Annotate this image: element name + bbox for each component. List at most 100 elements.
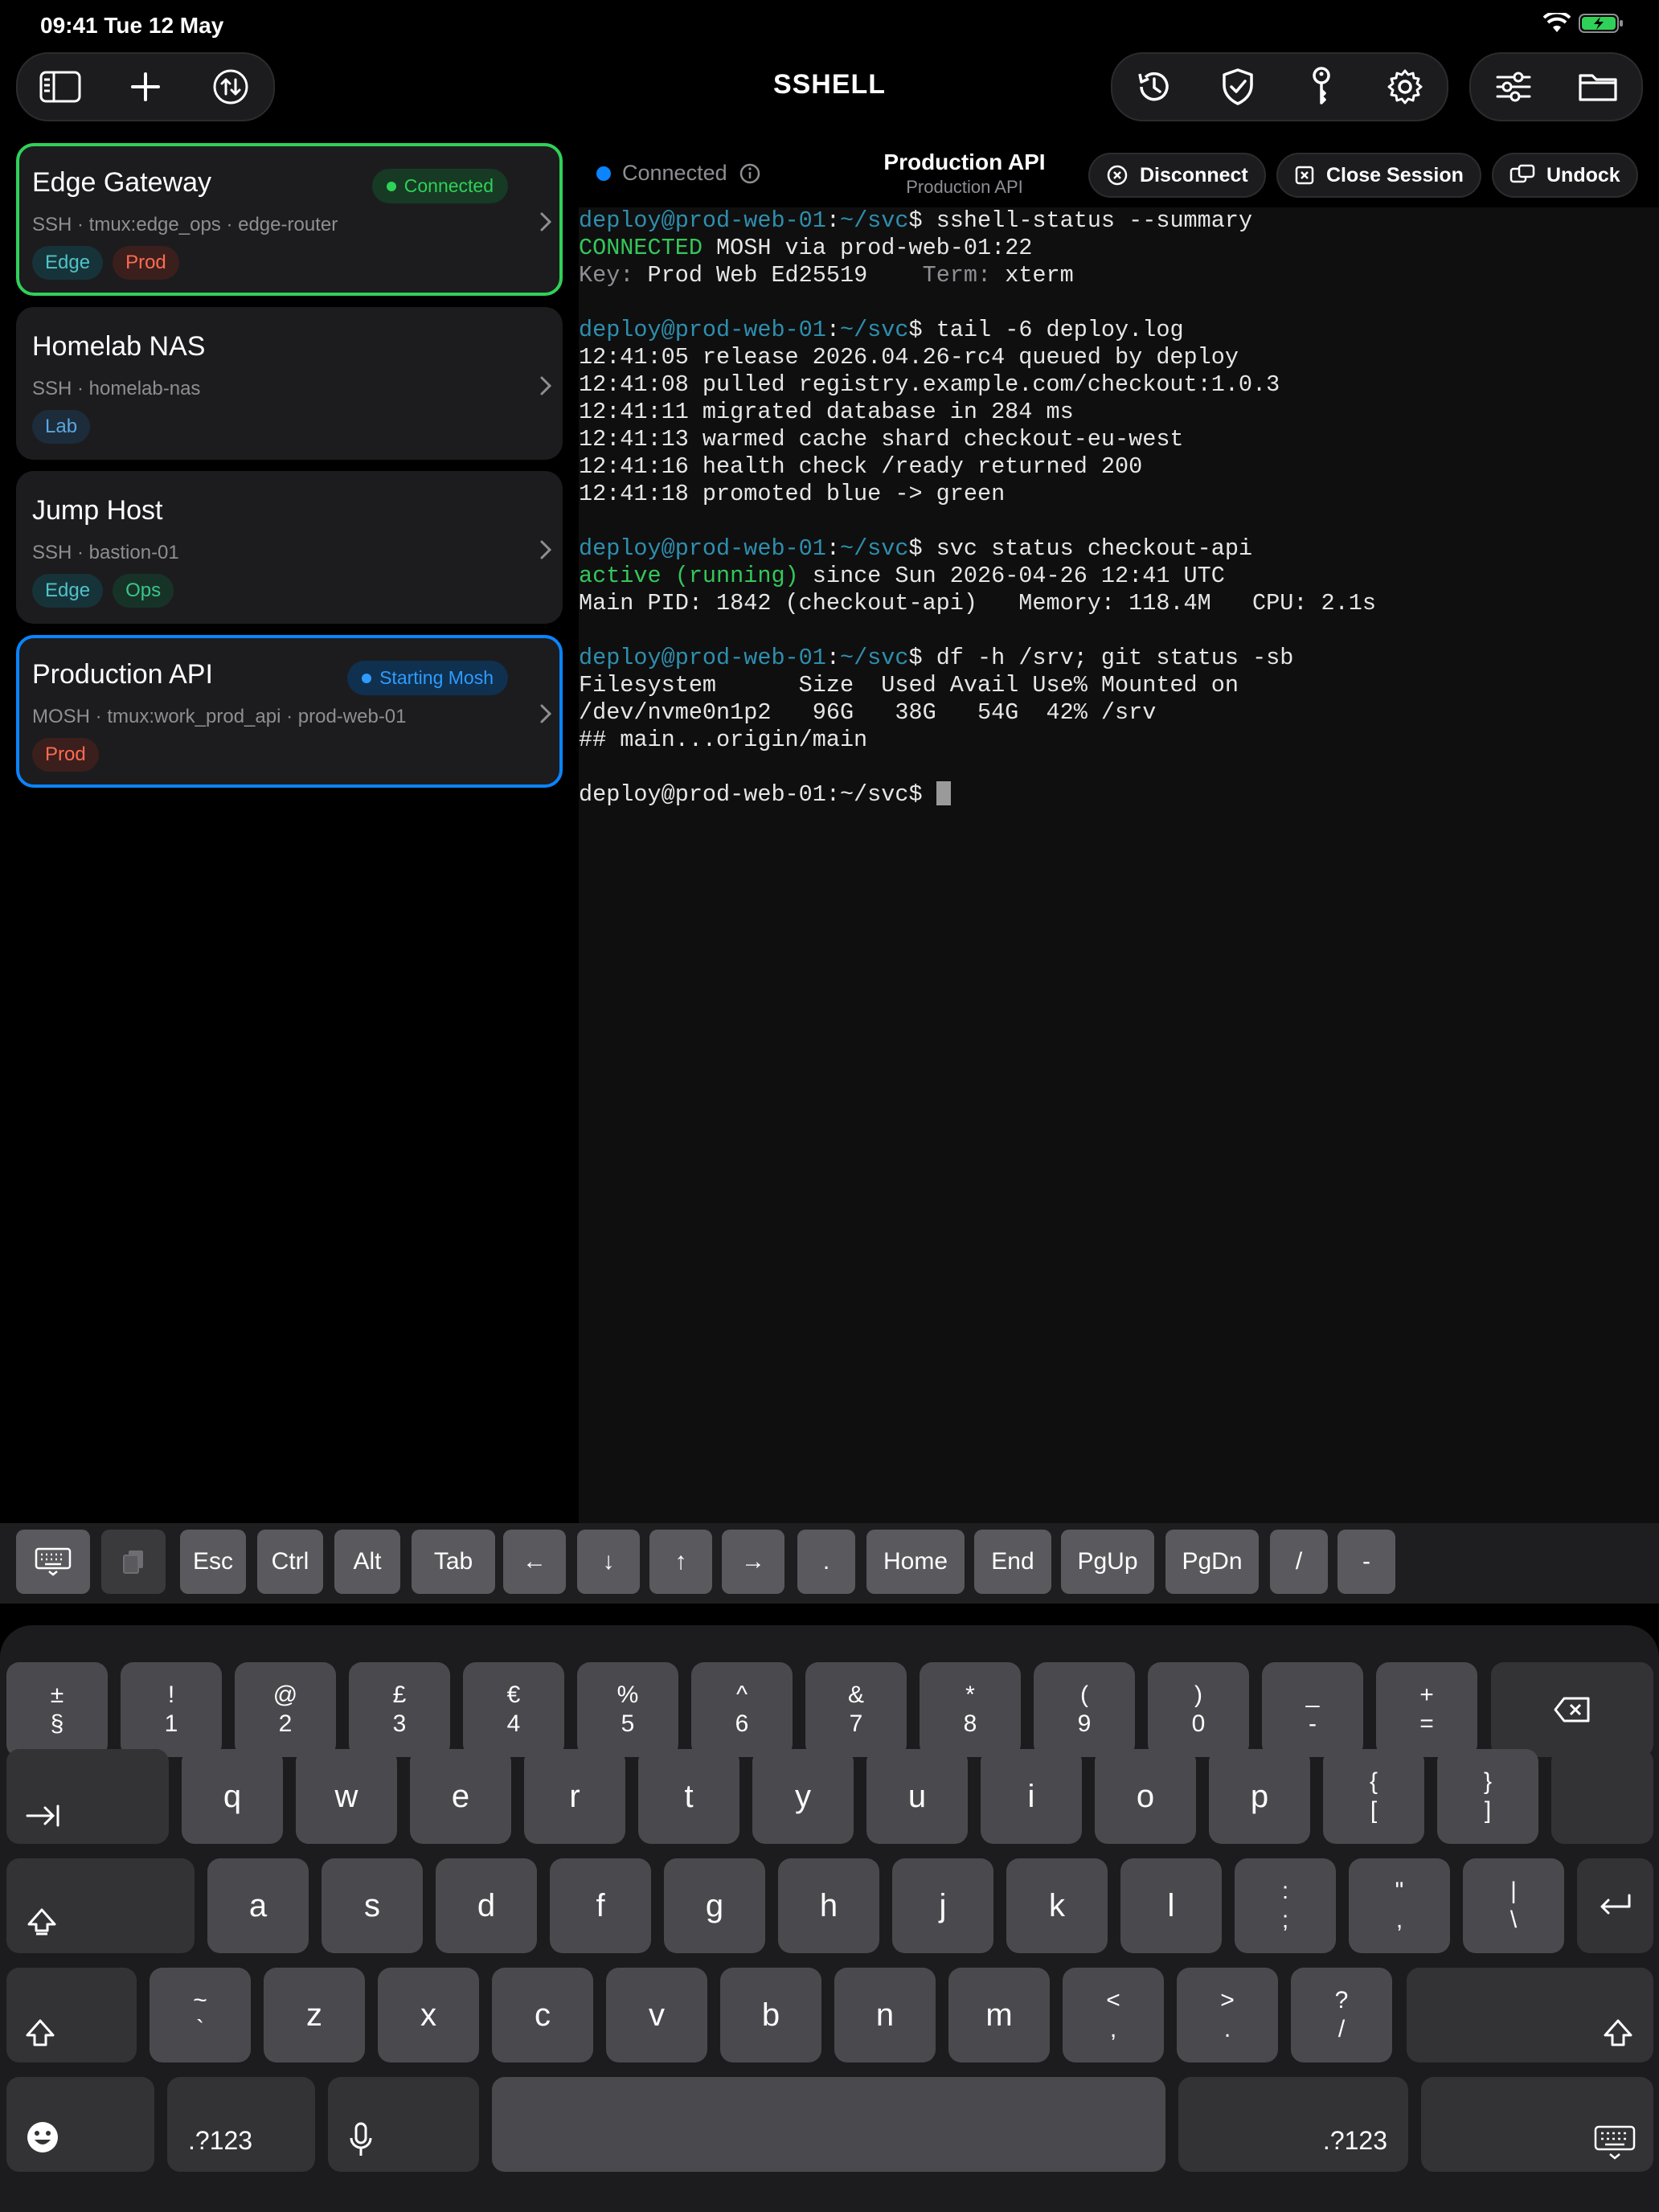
battery-icon (1579, 14, 1623, 33)
session-card[interactable]: Jump Host SSH · bastion-01 Edge Ops (16, 471, 563, 624)
key-punct[interactable]: <, (1063, 1968, 1164, 2062)
status-badge-label: Connected (403, 175, 494, 196)
key-y[interactable]: y (752, 1749, 854, 1844)
accessory-key[interactable]: PgDn (1165, 1530, 1259, 1594)
key-6[interactable]: ^ 6 (691, 1662, 793, 1757)
paste-button[interactable] (101, 1530, 166, 1594)
accessory-key[interactable]: End (974, 1530, 1051, 1594)
delete-key[interactable] (1491, 1662, 1653, 1757)
disconnect-button[interactable]: Disconnect (1088, 153, 1266, 198)
key-9[interactable]: (9 (1034, 1662, 1135, 1757)
terminal-output[interactable]: deploy@prod-web-01:~/svc$ sshell-status … (579, 207, 1659, 1523)
key-v[interactable]: v (606, 1968, 707, 2062)
accessory-key[interactable]: Ctrl (257, 1530, 323, 1594)
close-session-button[interactable]: Close Session (1276, 153, 1481, 198)
hide-keyboard-key[interactable] (1421, 2077, 1653, 2172)
disconnect-label: Disconnect (1140, 163, 1248, 186)
accessory-key[interactable]: / (1270, 1530, 1328, 1594)
key-punct[interactable]: :; (1235, 1858, 1336, 1953)
undock-button[interactable]: Undock (1492, 153, 1638, 198)
key-punct[interactable]: ", (1349, 1858, 1450, 1953)
key-w[interactable]: w (296, 1749, 397, 1844)
key-2[interactable]: @2 (235, 1662, 336, 1757)
accessory-key[interactable]: - (1337, 1530, 1395, 1594)
x-circle-icon (1107, 165, 1128, 186)
key-0[interactable]: ) 0 (1148, 1662, 1249, 1757)
key-i[interactable]: i (981, 1749, 1082, 1844)
key-o[interactable]: o (1095, 1749, 1196, 1844)
terminal-line: deploy@prod-web-01:~/svc$ svc status che… (579, 535, 1253, 562)
key-4[interactable]: €4 (463, 1662, 564, 1757)
key-d[interactable]: d (436, 1858, 537, 1953)
space-key[interactable] (492, 2077, 1165, 2172)
terminal-line: deploy@prod-web-01:~/svc$ df -h /srv; gi… (579, 645, 1294, 671)
key--[interactable]: _ - (1262, 1662, 1363, 1757)
key-f[interactable]: f (550, 1858, 651, 1953)
security-button[interactable] (1196, 52, 1280, 121)
key-k[interactable]: k (1006, 1858, 1108, 1953)
key-q[interactable]: q (182, 1749, 283, 1844)
accessory-key[interactable]: ↓ (577, 1530, 640, 1594)
key-tilde[interactable]: ~ ` (150, 1968, 251, 2062)
key-l[interactable]: l (1120, 1858, 1222, 1953)
info-icon[interactable] (739, 162, 761, 185)
return-key[interactable] (1577, 1858, 1653, 1953)
key-§[interactable]: ± § (6, 1662, 108, 1757)
history-button[interactable] (1112, 52, 1196, 121)
key-x[interactable]: x (378, 1968, 479, 2062)
return-key-upper[interactable] (1551, 1749, 1653, 1844)
key-n[interactable]: n (834, 1968, 936, 2062)
key-bracket[interactable]: {[ (1323, 1749, 1424, 1844)
key-s[interactable]: s (322, 1858, 423, 1953)
keyboard-toggle-button[interactable] (16, 1530, 90, 1594)
key-t[interactable]: t (638, 1749, 739, 1844)
key-punct[interactable]: | \ (1463, 1858, 1564, 1953)
key-=[interactable]: + = (1376, 1662, 1477, 1757)
accessory-key[interactable]: Home (866, 1530, 965, 1594)
key-a[interactable]: a (207, 1858, 309, 1953)
files-button[interactable] (1555, 52, 1640, 121)
shift-left-key[interactable] (6, 1968, 137, 2062)
key-z[interactable]: z (264, 1968, 365, 2062)
key-p[interactable]: p (1209, 1749, 1310, 1844)
emoji-key[interactable] (6, 2077, 154, 2172)
accessory-key[interactable]: ← (503, 1530, 566, 1594)
key-8[interactable]: * 8 (920, 1662, 1021, 1757)
shift-right-key[interactable] (1407, 1968, 1653, 2062)
tab-key[interactable] (6, 1749, 169, 1844)
caps-lock-key[interactable] (6, 1858, 195, 1953)
key-g[interactable]: g (664, 1858, 765, 1953)
accessory-key[interactable]: Tab (412, 1530, 495, 1594)
key-c[interactable]: c (492, 1968, 593, 2062)
accessory-key[interactable]: . (797, 1530, 855, 1594)
key-e[interactable]: e (410, 1749, 511, 1844)
key-punct[interactable]: >. (1177, 1968, 1278, 2062)
session-card[interactable]: Homelab NAS SSH · homelab-nas Lab (16, 307, 563, 460)
key-1[interactable]: ! 1 (121, 1662, 222, 1757)
key-m[interactable]: m (948, 1968, 1050, 2062)
key-punct[interactable]: ? / (1291, 1968, 1392, 2062)
numbers-key-right[interactable]: .?123 (1178, 2077, 1408, 2172)
key-b[interactable]: b (720, 1968, 821, 2062)
preferences-button[interactable] (1471, 52, 1555, 121)
accessory-key[interactable]: Alt (334, 1530, 400, 1594)
key-r[interactable]: r (524, 1749, 625, 1844)
session-card-selected[interactable]: Production API Starting Mosh MOSH · tmux… (16, 635, 563, 788)
settings-button[interactable] (1363, 52, 1447, 121)
accessory-key[interactable]: ↑ (649, 1530, 712, 1594)
numbers-key-left[interactable]: .?123 (167, 2077, 315, 2172)
accessory-key[interactable]: PgUp (1061, 1530, 1154, 1594)
prompt-user: deploy@prod-web-01 (579, 207, 826, 234)
dictation-key[interactable] (328, 2077, 479, 2172)
keys-button[interactable] (1280, 52, 1363, 121)
accessory-key[interactable]: Esc (180, 1530, 246, 1594)
key-h[interactable]: h (778, 1858, 879, 1953)
key-5[interactable]: % 5 (577, 1662, 678, 1757)
key-j[interactable]: j (892, 1858, 993, 1953)
key-3[interactable]: £3 (349, 1662, 450, 1757)
accessory-key[interactable]: → (722, 1530, 784, 1594)
key-u[interactable]: u (866, 1749, 968, 1844)
key-7[interactable]: & 7 (805, 1662, 907, 1757)
key-bracket[interactable]: }] (1437, 1749, 1538, 1844)
session-card[interactable]: Edge Gateway Connected SSH · tmux:edge_o… (16, 143, 563, 296)
